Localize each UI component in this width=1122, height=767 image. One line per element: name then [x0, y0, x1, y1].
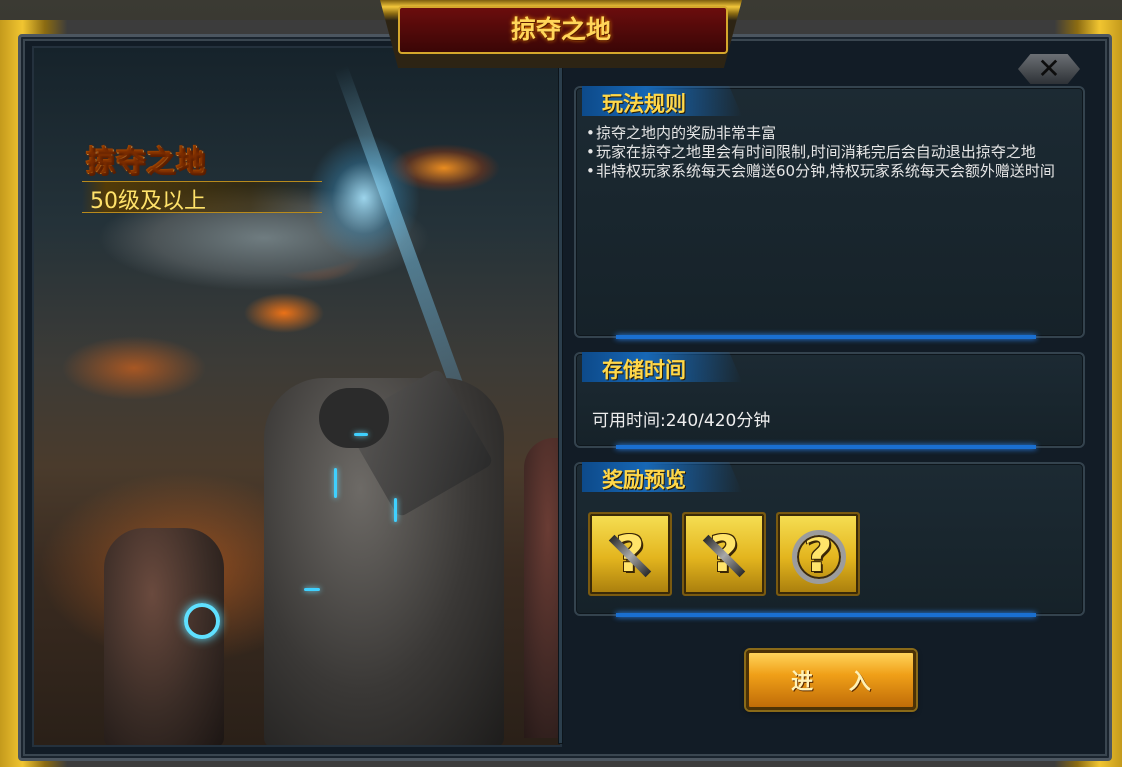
- available-time: 可用时间:240/420分钟: [592, 411, 771, 431]
- panel-divider: [559, 46, 562, 743]
- time-panel: 存储时间 可用时间:240/420分钟: [574, 352, 1085, 449]
- suit-light: [334, 468, 337, 498]
- close-button[interactable]: ✕: [1018, 54, 1080, 84]
- rules-panel-header: 玩法规则: [582, 86, 742, 116]
- panel-accent-bar: [616, 613, 1036, 617]
- rule-item: • 掠夺之地内的奖励非常丰富: [584, 124, 1074, 143]
- reward-list: ? ? ?: [588, 512, 860, 596]
- level-requirement: 50级及以上: [82, 181, 322, 214]
- bullet-icon: •: [586, 124, 595, 142]
- enter-button[interactable]: 进 入: [746, 650, 916, 710]
- reward-panel-header: 奖励预览: [582, 462, 742, 492]
- rules-panel: 玩法规则 • 掠夺之地内的奖励非常丰富 • 玩家在掠夺之地里会有时间限制,时间消…: [574, 86, 1085, 339]
- time-panel-header: 存储时间: [582, 352, 742, 382]
- rules-panel-title: 玩法规则: [602, 92, 686, 116]
- suit-light: [354, 433, 368, 436]
- reward-slot-1[interactable]: ?: [588, 512, 672, 596]
- panel-accent-bar: [616, 445, 1036, 449]
- rule-text: 掠夺之地内的奖励非常丰富: [596, 124, 777, 142]
- soldier-helmet: [319, 388, 389, 448]
- bullet-icon: •: [586, 143, 595, 161]
- panel-accent-bar: [616, 335, 1036, 339]
- art-title: 掠夺之地: [86, 138, 206, 180]
- reward-panel-title: 奖励预览: [602, 468, 686, 492]
- window-title: 掠夺之地: [510, 15, 611, 44]
- soldier-right: [524, 438, 560, 738]
- rule-text: 玩家在掠夺之地里会有时间限制,时间消耗完后会自动退出掠夺之地: [596, 143, 1036, 161]
- rule-item: • 玩家在掠夺之地里会有时间限制,时间消耗完后会自动退出掠夺之地: [584, 143, 1074, 162]
- suit-light: [394, 498, 397, 522]
- close-icon[interactable]: ✕: [1037, 55, 1060, 83]
- reward-slot-3[interactable]: ?: [776, 512, 860, 596]
- map-art: 掠夺之地 50级及以上: [32, 46, 562, 747]
- ring-icon: [792, 530, 846, 584]
- rules-list: • 掠夺之地内的奖励非常丰富 • 玩家在掠夺之地里会有时间限制,时间消耗完后会自…: [584, 124, 1074, 181]
- rule-item: • 非特权玩家系统每天会赠送60分钟,特权玩家系统每天会额外赠送时间: [584, 162, 1074, 181]
- level-requirement-text: 50级及以上: [90, 189, 206, 214]
- bullet-icon: •: [586, 162, 595, 180]
- enter-button-label: 进 入: [791, 670, 885, 695]
- reward-panel: 奖励预览 ? ? ?: [574, 462, 1085, 617]
- reward-slot-2[interactable]: ?: [682, 512, 766, 596]
- rule-text: 非特权玩家系统每天会赠送60分钟,特权玩家系统每天会额外赠送时间: [596, 162, 1055, 180]
- suit-ring-light: [184, 603, 220, 639]
- time-panel-title: 存储时间: [602, 358, 686, 382]
- suit-light: [304, 588, 320, 591]
